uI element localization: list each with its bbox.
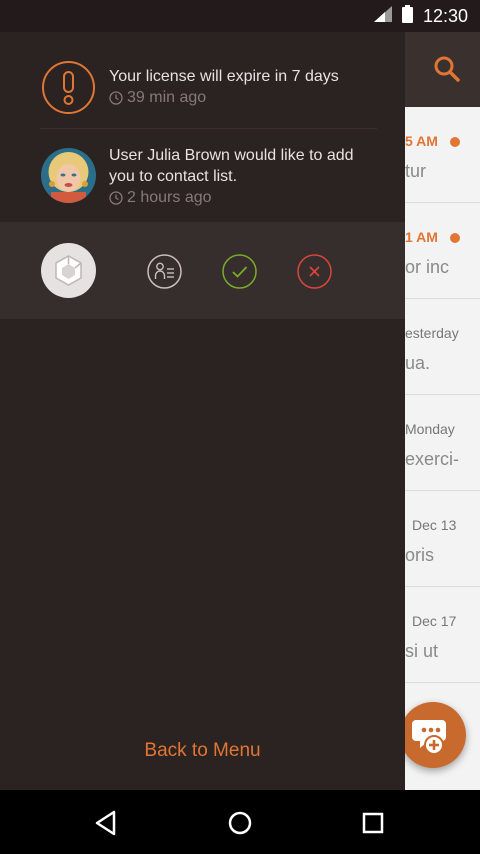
back-triangle-icon: [95, 810, 116, 836]
list-item[interactable]: esterday ua.: [405, 299, 480, 395]
notification-time: 39 min ago: [109, 87, 339, 108]
chat-add-icon: [412, 720, 446, 755]
list-item[interactable]: Dec 13 oris: [405, 491, 480, 587]
list-item-time: Dec 17: [412, 613, 457, 629]
home-circle-icon: [228, 811, 252, 835]
notification-message: Your license will expire in 7 days: [109, 68, 339, 85]
new-chat-button[interactable]: [400, 702, 466, 768]
back-to-menu-link[interactable]: Back to Menu: [0, 740, 405, 762]
nav-home-button[interactable]: [223, 806, 257, 840]
navigation-bar: [0, 790, 480, 854]
notification-body: User Julia Brown would like to add you t…: [109, 145, 369, 208]
battery-icon: [401, 4, 413, 28]
notification-time-text: 2 hours ago: [127, 189, 212, 206]
list-item-time: 1 AM: [405, 229, 438, 245]
notification-message: User Julia Brown would like to add you t…: [109, 147, 354, 185]
close-icon: [297, 254, 332, 289]
search-icon[interactable]: [432, 54, 462, 84]
clock-icon: [109, 90, 123, 105]
clock-icon: [109, 190, 123, 205]
list-item-snippet: or inc: [405, 257, 450, 277]
list-item-snippet: si ut: [405, 641, 439, 661]
list-item[interactable]: Dec 17 si ut: [405, 587, 480, 683]
list-item[interactable]: Monday exerci-: [405, 395, 480, 491]
nav-back-button[interactable]: [89, 806, 123, 840]
check-icon: [222, 254, 257, 289]
list-item[interactable]: 5 AM tur: [405, 107, 480, 203]
list-item-snippet: exerci-: [405, 449, 460, 469]
nav-recents-button[interactable]: [356, 806, 390, 840]
screen: 12:30 5 AM tur 1 AM or inc esterday ua. …: [0, 0, 480, 854]
notification-time-text: 39 min ago: [127, 89, 207, 106]
status-time: 12:30: [422, 5, 468, 26]
view-contact-button[interactable]: [147, 254, 182, 289]
unread-dot: [450, 233, 460, 243]
notification-time: 2 hours ago: [109, 187, 369, 208]
list-item-time: Monday: [405, 421, 455, 437]
unread-dot: [450, 137, 460, 147]
avatar: [41, 148, 96, 203]
list-item-time: 5 AM: [405, 133, 438, 149]
list-item-snippet: tur: [405, 161, 427, 181]
status-bar: 12:30: [0, 0, 480, 32]
accept-button[interactable]: [222, 254, 257, 289]
notification-body: Your license will expire in 7 days 39 mi…: [109, 66, 339, 108]
recents-square-icon: [362, 812, 384, 834]
contact-card-icon: [147, 254, 182, 289]
list-item-snippet: ua.: [405, 353, 431, 373]
list-item[interactable]: 1 AM or inc: [405, 203, 480, 299]
list-item-snippet: oris: [405, 545, 435, 565]
list-item-time: esterday: [405, 325, 459, 341]
warning-icon: [41, 60, 96, 115]
notification-license[interactable]: Your license will expire in 7 days 39 mi…: [0, 32, 405, 128]
notification-drawer: Your license will expire in 7 days 39 mi…: [0, 32, 405, 790]
contact-request-actions: [0, 222, 405, 319]
reject-button[interactable]: [297, 254, 332, 289]
list-item-time: Dec 13: [412, 517, 457, 533]
signal-icon: [373, 5, 392, 27]
app-logo-icon: [41, 243, 96, 298]
